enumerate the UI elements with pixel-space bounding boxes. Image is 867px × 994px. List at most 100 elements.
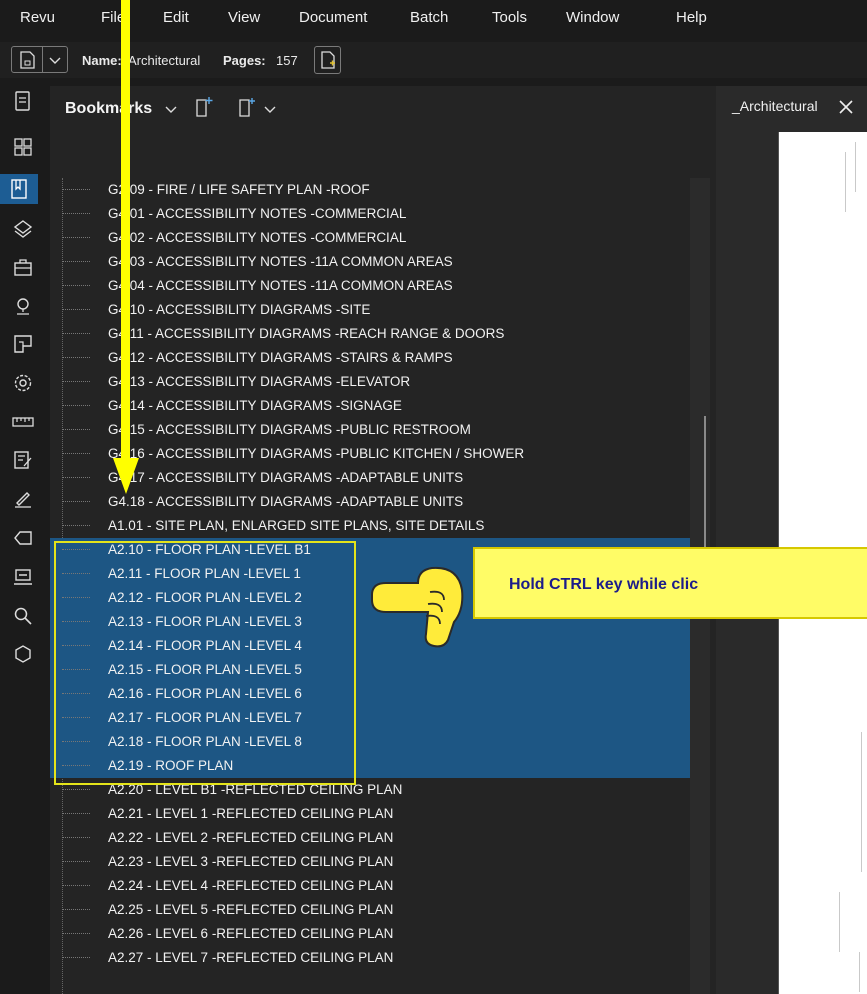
tree-connector bbox=[62, 909, 90, 910]
pages-count: 157 bbox=[276, 53, 298, 68]
bookmark-label: G4.11 - ACCESSIBILITY DIAGRAMS -REACH RA… bbox=[108, 326, 505, 341]
left-sidebar bbox=[0, 86, 46, 994]
new-page-button[interactable] bbox=[314, 46, 341, 74]
bookmark-row[interactable]: A2.25 - LEVEL 5 -REFLECTED CEILING PLAN bbox=[50, 898, 690, 922]
tree-connector bbox=[62, 309, 90, 310]
bookmark-row[interactable]: G2.09 - FIRE / LIFE SAFETY PLAN -ROOF bbox=[50, 178, 690, 202]
name-label: Name: bbox=[82, 53, 122, 68]
bookmark-row[interactable]: G4.04 - ACCESSIBILITY NOTES -11A COMMON … bbox=[50, 274, 690, 298]
bookmark-label: A2.21 - LEVEL 1 -REFLECTED CEILING PLAN bbox=[108, 806, 394, 821]
tree-connector bbox=[62, 381, 90, 382]
bookmark-label: A2.24 - LEVEL 4 -REFLECTED CEILING PLAN bbox=[108, 878, 394, 893]
bookmark-row[interactable]: A2.26 - LEVEL 6 -REFLECTED CEILING PLAN bbox=[50, 922, 690, 946]
callout-text: Hold CTRL key while clic bbox=[509, 576, 699, 593]
tree-connector bbox=[62, 813, 90, 814]
tree-connector bbox=[62, 885, 90, 886]
bookmark-label: G4.12 - ACCESSIBILITY DIAGRAMS -STAIRS &… bbox=[108, 350, 453, 365]
bookmark-label: A2.22 - LEVEL 2 -REFLECTED CEILING PLAN bbox=[108, 830, 394, 845]
markups-icon[interactable] bbox=[8, 291, 38, 321]
sets-icon[interactable] bbox=[8, 639, 38, 669]
bookmark-label: G4.15 - ACCESSIBILITY DIAGRAMS -PUBLIC R… bbox=[108, 422, 471, 437]
tree-connector bbox=[62, 525, 90, 526]
pages-label: Pages: bbox=[223, 53, 266, 68]
menu-document[interactable]: Document bbox=[299, 9, 367, 26]
chevron-down-icon bbox=[49, 57, 61, 64]
bookmark-label: G4.18 - ACCESSIBILITY DIAGRAMS -ADAPTABL… bbox=[108, 494, 464, 509]
bookmark-row[interactable]: G4.13 - ACCESSIBILITY DIAGRAMS -ELEVATOR bbox=[50, 370, 690, 394]
bookmark-row[interactable]: G4.17 - ACCESSIBILITY DIAGRAMS -ADAPTABL… bbox=[50, 466, 690, 490]
thumbnails-icon[interactable] bbox=[8, 132, 38, 162]
menu-help[interactable]: Help bbox=[676, 9, 707, 26]
close-icon[interactable] bbox=[838, 99, 854, 115]
bookmark-row[interactable]: G4.10 - ACCESSIBILITY DIAGRAMS -SITE bbox=[50, 298, 690, 322]
tags-icon[interactable] bbox=[8, 523, 38, 553]
bookmark-label: G4.04 - ACCESSIBILITY NOTES -11A COMMON … bbox=[108, 278, 453, 293]
document-tab[interactable]: _Architectural bbox=[716, 86, 867, 130]
bookmark-row[interactable]: A2.23 - LEVEL 3 -REFLECTED CEILING PLAN bbox=[50, 850, 690, 874]
document-tab-label: _Architectural bbox=[732, 98, 818, 114]
bookmarks-header: Bookmarks bbox=[50, 86, 716, 132]
bookmark-row[interactable]: G4.15 - ACCESSIBILITY DIAGRAMS -PUBLIC R… bbox=[50, 418, 690, 442]
menu-batch[interactable]: Batch bbox=[410, 9, 448, 26]
sheet-title-block-line bbox=[859, 952, 860, 992]
menu-edit[interactable]: Edit bbox=[163, 9, 189, 26]
menu-tools[interactable]: Tools bbox=[492, 9, 527, 26]
tree-connector bbox=[62, 861, 90, 862]
measure-icon[interactable] bbox=[8, 407, 38, 437]
bookmark-row[interactable]: G4.18 - ACCESSIBILITY DIAGRAMS -ADAPTABL… bbox=[50, 490, 690, 514]
menu-bar: Revu File Edit View Document Batch Tools… bbox=[0, 0, 867, 36]
bookmark-label: G4.10 - ACCESSIBILITY DIAGRAMS -SITE bbox=[108, 302, 371, 317]
tree-connector bbox=[62, 957, 90, 958]
toolbox-icon[interactable] bbox=[8, 252, 38, 282]
spaces-icon[interactable] bbox=[8, 329, 38, 359]
bookmark-label: G4.16 - ACCESSIBILITY DIAGRAMS -PUBLIC K… bbox=[108, 446, 525, 461]
search-icon[interactable] bbox=[8, 601, 38, 631]
bookmark-row[interactable]: G4.02 - ACCESSIBILITY NOTES -COMMERCIAL bbox=[50, 226, 690, 250]
chevron-down-icon[interactable] bbox=[264, 106, 276, 114]
document-viewer: _Architectural bbox=[716, 86, 867, 994]
scrollbar-thumb[interactable] bbox=[704, 416, 706, 556]
menu-view[interactable]: View bbox=[228, 9, 260, 26]
page-icon[interactable] bbox=[8, 86, 38, 116]
tree-connector bbox=[62, 477, 90, 478]
bookmark-label: A1.01 - SITE PLAN, ENLARGED SITE PLANS, … bbox=[108, 518, 485, 533]
bookmark-row[interactable]: G4.03 - ACCESSIBILITY NOTES -11A COMMON … bbox=[50, 250, 690, 274]
bookmark-row[interactable]: A2.22 - LEVEL 2 -REFLECTED CEILING PLAN bbox=[50, 826, 690, 850]
tree-connector bbox=[62, 285, 90, 286]
bookmark-row[interactable]: A1.01 - SITE PLAN, ENLARGED SITE PLANS, … bbox=[50, 514, 690, 538]
menu-revu[interactable]: Revu bbox=[20, 9, 55, 26]
layers-icon[interactable] bbox=[8, 214, 38, 244]
bookmark-row[interactable]: G4.11 - ACCESSIBILITY DIAGRAMS -REACH RA… bbox=[50, 322, 690, 346]
menu-window[interactable]: Window bbox=[566, 9, 619, 26]
instruction-callout: Hold CTRL key while clic bbox=[473, 547, 867, 619]
properties-icon[interactable] bbox=[8, 445, 38, 475]
add-bookmark-icon[interactable] bbox=[195, 96, 215, 118]
tree-connector bbox=[62, 501, 90, 502]
bookmark-row[interactable]: G4.14 - ACCESSIBILITY DIAGRAMS -SIGNAGE bbox=[50, 394, 690, 418]
bookmark-row[interactable]: G4.16 - ACCESSIBILITY DIAGRAMS -PUBLIC K… bbox=[50, 442, 690, 466]
chevron-down-icon[interactable] bbox=[165, 106, 177, 114]
tree-connector bbox=[62, 789, 90, 790]
bookmark-label: A2.23 - LEVEL 3 -REFLECTED CEILING PLAN bbox=[108, 854, 394, 869]
bookmark-label: G4.14 - ACCESSIBILITY DIAGRAMS -SIGNAGE bbox=[108, 398, 402, 413]
tree-connector bbox=[62, 453, 90, 454]
bookmark-row[interactable]: A2.21 - LEVEL 1 -REFLECTED CEILING PLAN bbox=[50, 802, 690, 826]
bookmark-label: G2.09 - FIRE / LIFE SAFETY PLAN -ROOF bbox=[108, 182, 370, 197]
bookmark-label: G4.02 - ACCESSIBILITY NOTES -COMMERCIAL bbox=[108, 230, 407, 245]
sheet-title-block-line bbox=[839, 892, 840, 952]
signature-icon[interactable] bbox=[8, 484, 38, 514]
bookmark-row[interactable]: G4.01 - ACCESSIBILITY NOTES -COMMERCIAL bbox=[50, 202, 690, 226]
bookmark-row[interactable]: A2.27 - LEVEL 7 -REFLECTED CEILING PLAN bbox=[50, 946, 690, 970]
bookmarks-icon[interactable] bbox=[0, 174, 38, 204]
bookmark-row[interactable]: A2.24 - LEVEL 4 -REFLECTED CEILING PLAN bbox=[50, 874, 690, 898]
add-child-bookmark-icon[interactable] bbox=[238, 96, 258, 118]
bookmark-row[interactable]: G4.12 - ACCESSIBILITY DIAGRAMS -STAIRS &… bbox=[50, 346, 690, 370]
document-selector-button[interactable] bbox=[11, 46, 68, 73]
bookmark-label: A2.25 - LEVEL 5 -REFLECTED CEILING PLAN bbox=[108, 902, 394, 917]
tree-connector bbox=[62, 333, 90, 334]
bookmark-label: A2.26 - LEVEL 6 -REFLECTED CEILING PLAN bbox=[108, 926, 394, 941]
document-icon bbox=[20, 51, 35, 69]
settings-icon[interactable] bbox=[8, 368, 38, 398]
studio-icon[interactable] bbox=[8, 562, 38, 592]
panel-title: Bookmarks bbox=[65, 100, 153, 117]
